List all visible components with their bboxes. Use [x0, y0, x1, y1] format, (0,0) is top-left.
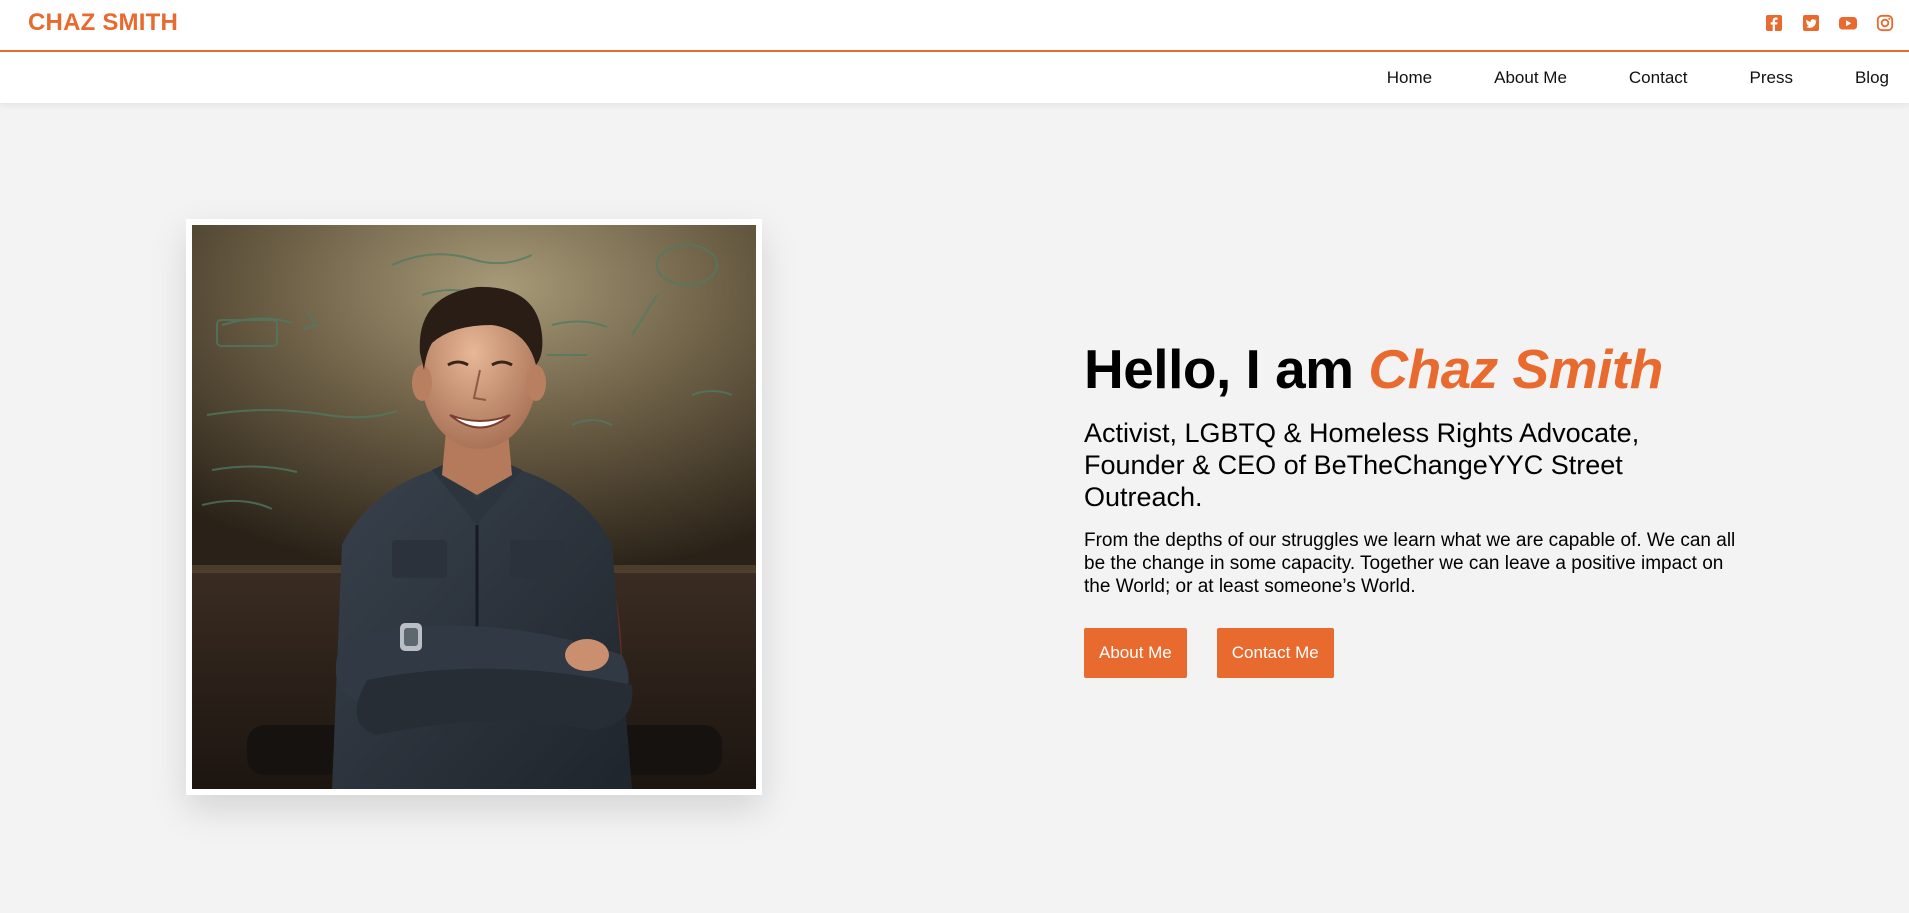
main-nav: Home About Me Contact Press Blog: [0, 52, 1909, 103]
portrait-illustration: [192, 225, 756, 789]
contact-me-button[interactable]: Contact Me: [1216, 628, 1334, 678]
hero-description: From the depths of our struggles we lear…: [1084, 530, 1736, 597]
hero-portrait-photo: [192, 225, 756, 789]
instagram-icon[interactable]: [1875, 13, 1895, 33]
nav-item-blog[interactable]: Blog: [1855, 68, 1889, 88]
hero-photo-frame: [186, 219, 762, 795]
top-bar: CHAZ SMITH: [0, 0, 1909, 52]
about-me-button[interactable]: About Me: [1084, 628, 1187, 678]
hero-section: Hello, I am Chaz Smith Activist, LGBTQ &…: [1084, 335, 1744, 678]
nav-item-contact[interactable]: Contact: [1629, 68, 1688, 88]
nav-item-home[interactable]: Home: [1387, 68, 1432, 88]
nav-item-press[interactable]: Press: [1750, 68, 1793, 88]
hero-heading: Hello, I am Chaz Smith: [1084, 335, 1744, 403]
hero-name: Chaz Smith: [1368, 338, 1663, 400]
hero-subtitle: Activist, LGBTQ & Homeless Rights Advoca…: [1084, 418, 1640, 512]
social-links: [1764, 13, 1895, 33]
youtube-icon[interactable]: [1838, 13, 1858, 33]
nav-menu: Home About Me Contact Press Blog: [1387, 52, 1889, 103]
site-logo[interactable]: CHAZ SMITH: [28, 9, 178, 37]
twitter-icon[interactable]: [1801, 13, 1821, 33]
nav-item-about-me[interactable]: About Me: [1494, 68, 1567, 88]
hero-actions: About Me Contact Me: [1084, 628, 1744, 678]
hero-greeting: Hello, I am: [1084, 338, 1354, 400]
facebook-icon[interactable]: [1764, 13, 1784, 33]
